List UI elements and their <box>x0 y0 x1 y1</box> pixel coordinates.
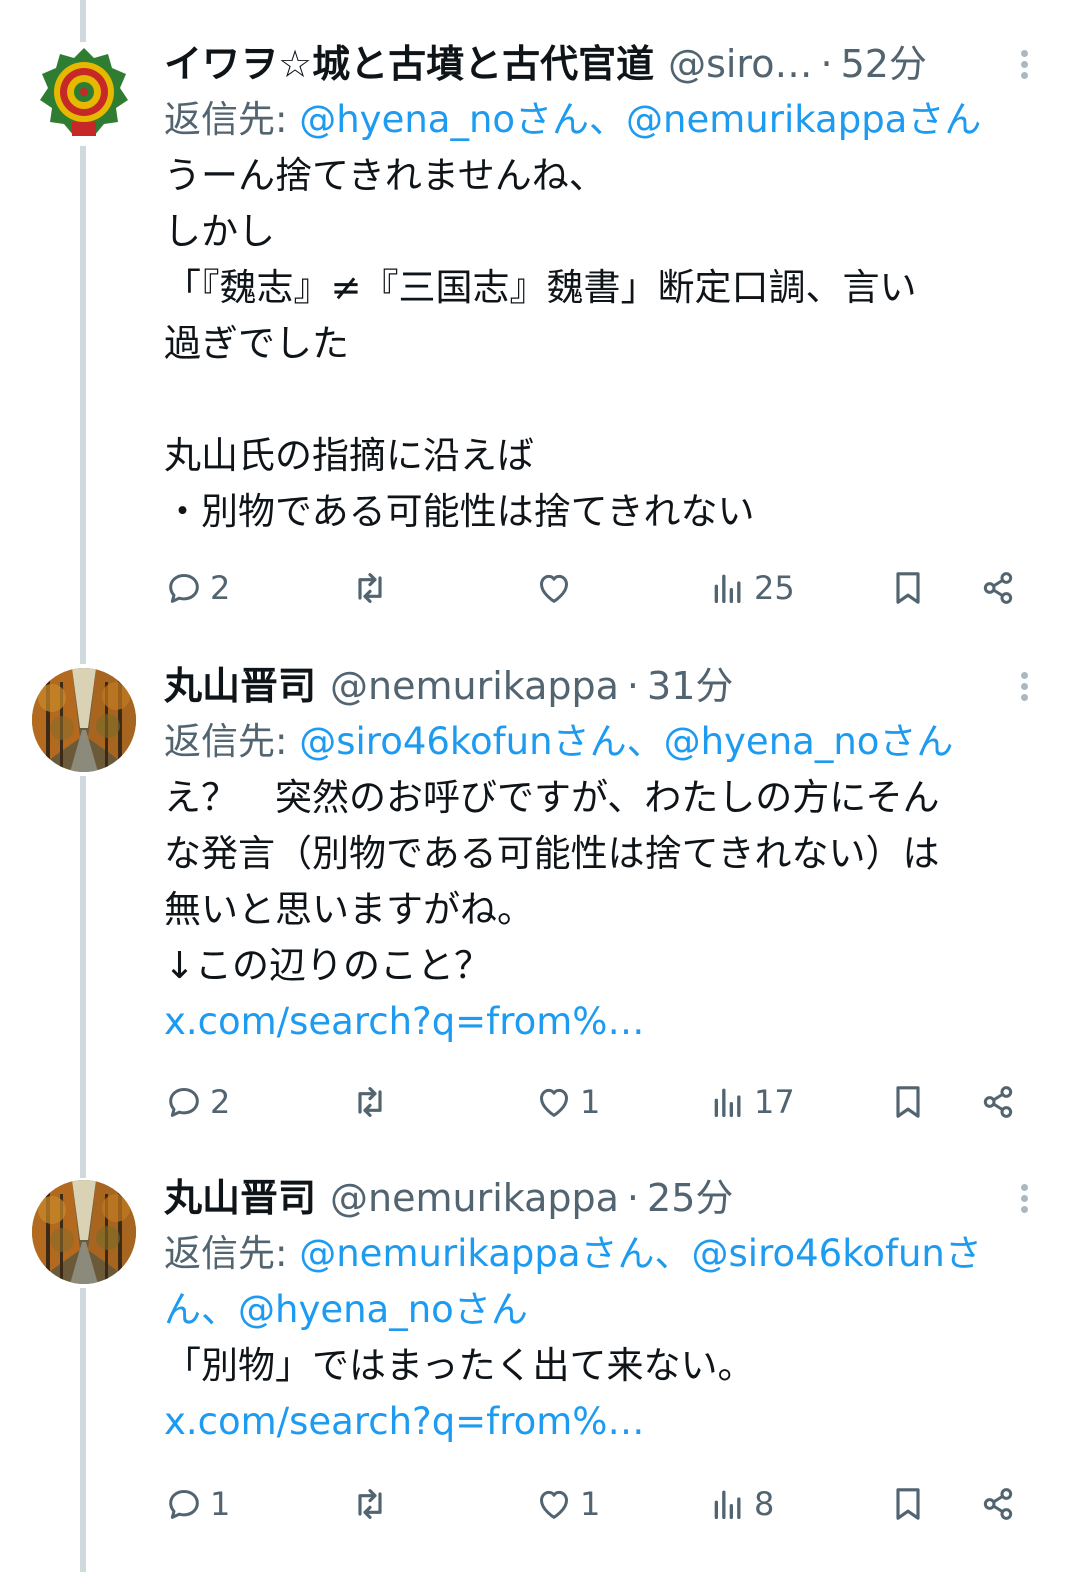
action-bar: 2 1 17 <box>164 1072 1024 1132</box>
views-button[interactable]: 17 <box>708 1072 795 1132</box>
views-chart-icon <box>714 1490 741 1519</box>
display-name[interactable]: イワヲ☆城と古墳と古代官道 <box>164 36 654 92</box>
reply-icon <box>169 1088 199 1117</box>
tweet-header: 丸山晋司 @nemurikappa · 25分 <box>164 1170 1044 1226</box>
tweet[interactable]: 丸山晋司 @nemurikappa · 25分 返信先: @nemurikapp… <box>0 1170 1080 1570</box>
share-icon <box>983 572 1013 604</box>
retweet-button[interactable] <box>350 1072 390 1132</box>
views-count: 8 <box>754 1485 775 1523</box>
reply-count: 1 <box>210 1485 231 1523</box>
timestamp[interactable]: 31分 <box>647 658 733 714</box>
reply-prefix: 返信先: <box>164 720 300 763</box>
views-chart-icon <box>714 1088 741 1117</box>
share-button[interactable] <box>978 1072 1018 1132</box>
like-count: 1 <box>580 1083 601 1121</box>
display-name[interactable]: 丸山晋司 <box>164 1170 316 1226</box>
reply-to-line: 返信先: @siro46kofunさん、@hyena_noさん <box>164 714 1044 770</box>
reply-count: 2 <box>210 569 231 607</box>
more-vertical-icon[interactable] <box>1004 1180 1044 1220</box>
retweet-icon <box>358 573 382 603</box>
like-count: 1 <box>580 1485 601 1523</box>
retweet-icon <box>358 1489 382 1519</box>
tweet-text: え？ 突然のお呼びですが、わたしの方にそん な発言（別物である可能性は捨てきれな… <box>164 776 940 987</box>
display-name[interactable]: 丸山晋司 <box>164 658 316 714</box>
heart-icon <box>540 1490 568 1519</box>
tweet-text: 「別物」ではまったく出て来ない。 <box>164 1344 755 1387</box>
reply-button[interactable]: 2 <box>164 558 230 618</box>
reply-icon <box>169 574 199 603</box>
more-vertical-icon[interactable] <box>1004 668 1044 708</box>
avatar[interactable] <box>32 1180 136 1284</box>
views-count: 17 <box>754 1083 795 1121</box>
tweet-text: うーん捨てきれませんね、 しかし 「『魏志』≠『三国志』魏書」断定口調、言い 過… <box>164 154 917 533</box>
reply-to-line: 返信先: @hyena_noさん、@nemurikappaさん <box>164 92 1044 148</box>
share-button[interactable] <box>978 1474 1018 1534</box>
reply-mentions[interactable]: @siro46kofunさん、@hyena_noさん <box>299 720 953 763</box>
tweet-link[interactable]: x.com/search?q=from%… <box>164 1394 1044 1450</box>
timestamp[interactable]: 25分 <box>647 1170 733 1226</box>
action-bar: 2 25 <box>164 558 1024 618</box>
bookmark-button[interactable] <box>888 1072 928 1132</box>
green-emblem-avatar-icon <box>32 42 136 146</box>
reply-prefix: 返信先: <box>164 98 300 141</box>
tweet-header: 丸山晋司 @nemurikappa · 31分 <box>164 658 1044 714</box>
views-count: 25 <box>754 569 795 607</box>
tweet-header: イワヲ☆城と古墳と古代官道 @siro… · 52分 <box>164 36 1044 92</box>
views-button[interactable]: 25 <box>708 558 795 618</box>
reply-mentions[interactable]: @hyena_noさん、@nemurikappaさん <box>299 98 981 141</box>
bookmark-icon <box>896 572 920 604</box>
retweet-button[interactable] <box>350 1474 390 1534</box>
tweet[interactable]: イワヲ☆城と古墳と古代官道 @siro… · 52分 返信先: @hyena_n… <box>0 36 1080 636</box>
share-button[interactable] <box>978 558 1018 618</box>
heart-icon <box>540 574 568 603</box>
like-button[interactable]: 1 <box>534 1072 600 1132</box>
timestamp[interactable]: 52分 <box>841 36 927 92</box>
separator: · <box>820 42 833 86</box>
avatar[interactable] <box>32 668 136 772</box>
bookmark-icon <box>896 1086 920 1118</box>
share-icon <box>983 1086 1013 1118</box>
tree-avenue-photo-avatar-icon <box>32 1180 136 1284</box>
reply-button[interactable]: 1 <box>164 1474 230 1534</box>
separator: · <box>626 664 640 708</box>
tweet-link[interactable]: x.com/search?q=from%… <box>164 994 1044 1050</box>
reply-count: 2 <box>210 1083 231 1121</box>
bookmark-icon <box>896 1488 920 1520</box>
avatar[interactable] <box>32 42 136 146</box>
user-handle[interactable]: @siro… <box>668 36 812 92</box>
share-icon <box>983 1488 1013 1520</box>
tweet[interactable]: 丸山晋司 @nemurikappa · 31分 返信先: @siro46kofu… <box>0 658 1080 1148</box>
separator: · <box>626 1176 640 1220</box>
like-button[interactable]: 1 <box>534 1474 600 1534</box>
bookmark-button[interactable] <box>888 558 928 618</box>
heart-icon <box>540 1088 568 1117</box>
tree-avenue-photo-avatar-icon <box>32 668 136 772</box>
views-chart-icon <box>714 574 741 603</box>
views-button[interactable]: 8 <box>708 1474 774 1534</box>
user-handle[interactable]: @nemurikappa <box>330 1170 619 1226</box>
user-handle[interactable]: @nemurikappa <box>330 658 619 714</box>
bookmark-button[interactable] <box>888 1474 928 1534</box>
reply-button[interactable]: 2 <box>164 1072 230 1132</box>
reply-icon <box>169 1490 199 1519</box>
action-bar: 1 1 8 <box>164 1474 1024 1534</box>
reply-to-line: 返信先: @nemurikappaさん、@siro46kofunさ ん、@hye… <box>164 1226 1044 1338</box>
more-vertical-icon[interactable] <box>1004 46 1044 86</box>
retweet-button[interactable] <box>350 558 390 618</box>
like-button[interactable] <box>534 558 580 618</box>
reply-prefix: 返信先: <box>164 1232 300 1275</box>
retweet-icon <box>358 1087 382 1117</box>
